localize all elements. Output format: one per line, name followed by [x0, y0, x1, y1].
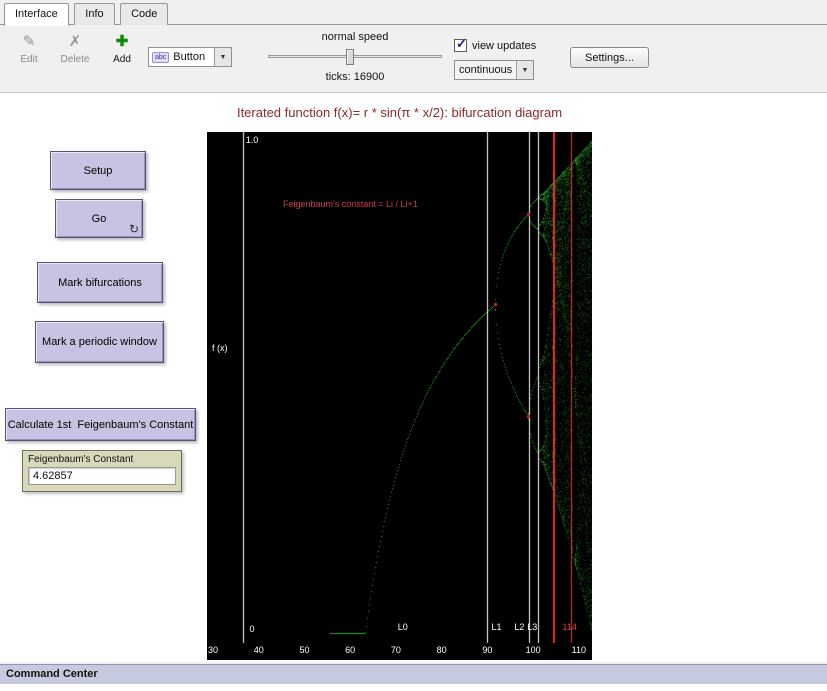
plot-marker-label: L3	[522, 622, 542, 632]
calculate-feigenbaum-label: Calculate 1st Feigenbaum's Constant	[8, 419, 194, 431]
add-icon: ✚	[101, 34, 143, 50]
y-min-label: 0	[242, 624, 262, 634]
toolbar: ✎ Edit ✗ Delete ✚ Add abc Button ▼ norma…	[0, 25, 827, 93]
go-button-label: Go	[92, 213, 107, 225]
x-tick-label: 80	[432, 645, 452, 655]
button-widget-icon: abc	[152, 52, 169, 63]
delete-button[interactable]: ✗ Delete	[54, 34, 96, 65]
tab-bar: Interface Info Code	[0, 0, 827, 25]
edit-label: Edit	[8, 54, 50, 65]
x-tick-label: 70	[386, 645, 406, 655]
setup-button-label: Setup	[84, 165, 113, 177]
x-tick-label: 110	[569, 645, 589, 655]
plot-area: 1.0 0 f (x) Feigenbaum's constant = Li /…	[207, 132, 592, 660]
delete-label: Delete	[54, 54, 96, 65]
plot-canvas	[207, 132, 592, 660]
calculate-feigenbaum-button[interactable]: Calculate 1st Feigenbaum's Constant	[5, 408, 196, 441]
view-updates-label: view updates	[472, 40, 536, 52]
mark-periodic-window-label: Mark a periodic window	[42, 336, 157, 348]
workspace: Iterated function f(x)= r * sin(π * x/2)…	[0, 93, 827, 662]
x-tick-label: 100	[523, 645, 543, 655]
monitor-label: Feigenbaum's Constant	[28, 454, 176, 465]
settings-button[interactable]: Settings...	[570, 47, 649, 68]
x-tick-label: 40	[249, 645, 269, 655]
ticks-counter: ticks: 16900	[300, 71, 410, 83]
plot-marker-label: L0	[393, 622, 413, 632]
mark-bifurcations-button[interactable]: Mark bifurcations	[37, 262, 163, 303]
edit-icon: ✎	[8, 34, 50, 50]
slider-track	[268, 55, 442, 58]
tab-interface[interactable]: Interface	[4, 3, 69, 26]
feigenbaum-monitor: Feigenbaum's Constant 4.62857	[22, 450, 182, 492]
command-center-title: Command Center	[6, 668, 98, 680]
view-updates-row: ✓ view updates	[454, 39, 536, 52]
plot-title-note: Iterated function f(x)= r * sin(π * x/2)…	[207, 105, 592, 120]
edit-button[interactable]: ✎ Edit	[8, 34, 50, 65]
y-axis-title: f (x)	[212, 343, 228, 353]
command-center-bar[interactable]: Command Center	[0, 664, 827, 684]
update-mode-value: continuous	[455, 64, 516, 76]
speed-label: normal speed	[300, 31, 410, 43]
x-tick-label: 50	[294, 645, 314, 655]
x-tick-label: 60	[340, 645, 360, 655]
update-mode-select[interactable]: continuous ▼	[454, 60, 534, 80]
chevron-down-icon: ▼	[214, 48, 231, 66]
go-button[interactable]: Go ↻	[55, 199, 143, 238]
setup-button[interactable]: Setup	[50, 151, 146, 190]
widget-type-value: Button	[169, 51, 214, 63]
add-label: Add	[101, 54, 143, 65]
bottom-strip	[0, 684, 827, 691]
view-updates-checkbox[interactable]: ✓	[454, 39, 467, 52]
delete-icon: ✗	[54, 34, 96, 50]
y-max-label: 1.0	[242, 135, 262, 145]
widget-type-select[interactable]: abc Button ▼	[148, 47, 232, 67]
x-tick-label: 30	[207, 645, 223, 655]
plot-marker-label: 114	[560, 622, 580, 632]
monitor-value: 4.62857	[28, 467, 176, 485]
speed-slider[interactable]	[268, 49, 442, 65]
plot-annotation: Feigenbaum's constant = Li / Li+1	[283, 199, 418, 209]
slider-thumb[interactable]	[346, 49, 354, 65]
tab-code[interactable]: Code	[120, 3, 168, 25]
add-button[interactable]: ✚ Add	[101, 34, 143, 65]
mark-periodic-window-button[interactable]: Mark a periodic window	[35, 321, 164, 363]
x-tick-label: 90	[477, 645, 497, 655]
check-icon: ✓	[456, 36, 467, 52]
chevron-down-icon: ▼	[516, 61, 533, 79]
mark-bifurcations-label: Mark bifurcations	[58, 277, 142, 289]
plot-marker-label: L1	[487, 622, 507, 632]
forever-icon: ↻	[129, 222, 139, 236]
tab-info[interactable]: Info	[74, 3, 114, 25]
